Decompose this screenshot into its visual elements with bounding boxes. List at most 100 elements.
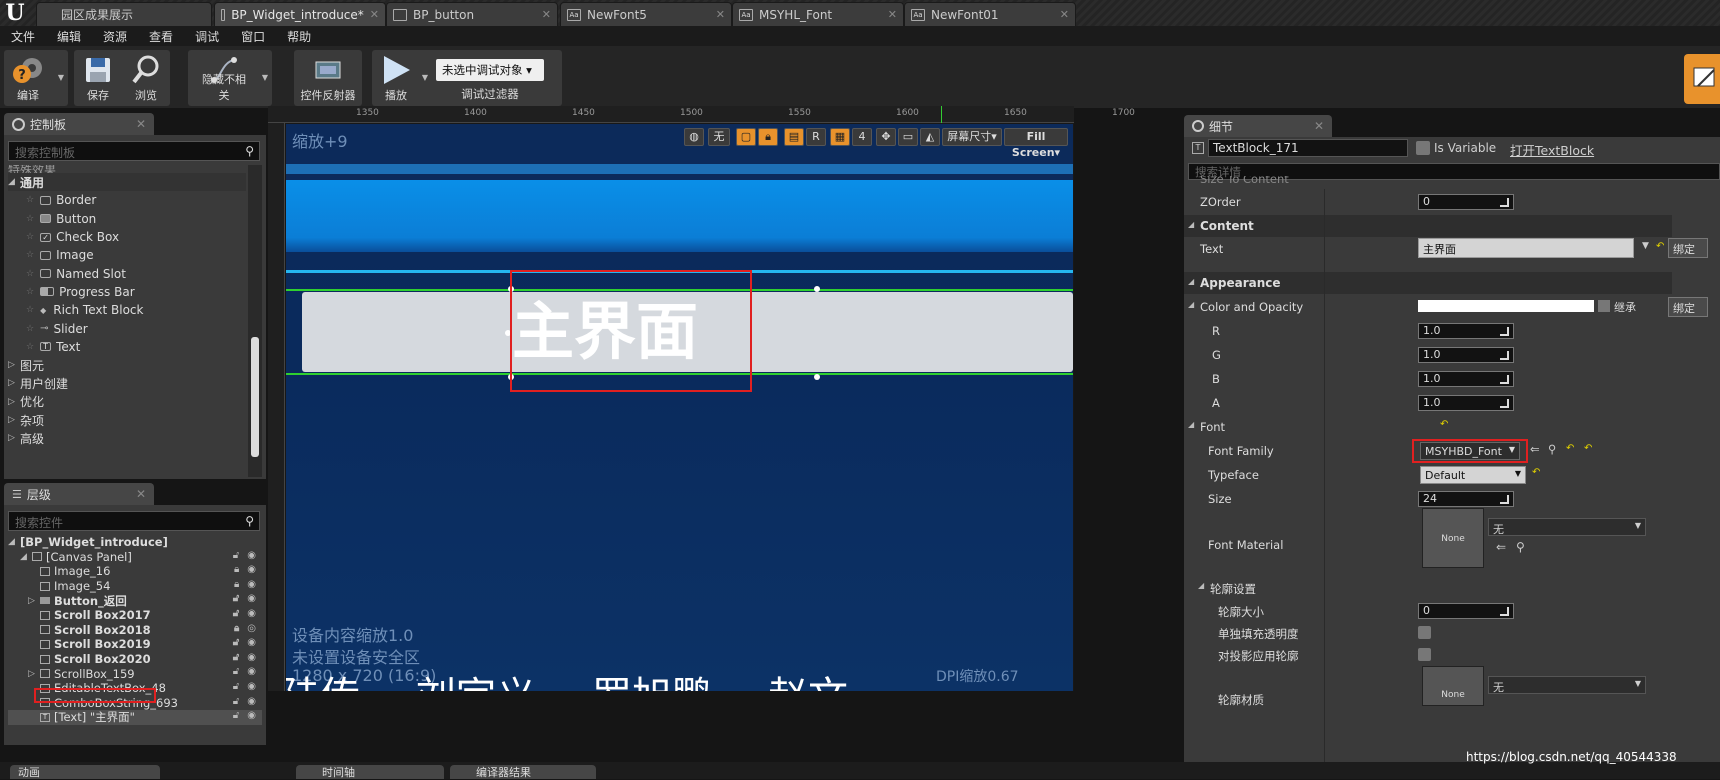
menu-window[interactable]: 窗口: [230, 28, 276, 45]
palette-item-check-box[interactable]: ☆ ✓ Check Box: [8, 228, 246, 246]
palette-search-input[interactable]: 搜索控制板 ⚲: [8, 141, 260, 161]
open-textblock-link[interactable]: 打开TextBlock: [1510, 140, 1594, 159]
close-icon[interactable]: ✕: [1060, 8, 1069, 21]
tab-hierarchy[interactable]: ☰ 层级 ✕: [4, 483, 154, 505]
use-selected-arrow-icon[interactable]: ⇐: [1530, 442, 1540, 456]
compile-button[interactable]: ? 编译: [4, 50, 52, 106]
color-swatch[interactable]: [1418, 300, 1594, 312]
lock-icon[interactable]: 🔓︎: [233, 593, 239, 604]
visibility-eye-icon[interactable]: ◉: [247, 666, 256, 677]
widget-reflector-button[interactable]: 控件反射器: [301, 50, 356, 106]
menu-file[interactable]: 文件: [0, 28, 46, 45]
visibility-eye-icon[interactable]: ◉: [247, 564, 256, 575]
browse-magnifier-icon[interactable]: ⚲: [1516, 540, 1525, 554]
reset-arrow-icon[interactable]: ↶: [1566, 443, 1574, 454]
layout-icon[interactable]: ▤: [784, 128, 804, 146]
hierarchy-item[interactable]: Scroll Box2020 🔓︎ ◉: [8, 652, 262, 667]
palette-category-misc[interactable]: ▷ 杂项: [8, 411, 246, 429]
dropdown-arrow-icon[interactable]: ▼: [1642, 241, 1649, 251]
favorite-star-icon[interactable]: ☆: [26, 305, 34, 315]
tab-palette[interactable]: 控制板 ✕: [4, 113, 154, 135]
tab-animation[interactable]: 动画: [10, 765, 160, 779]
designer-viewport[interactable]: 1350 1400 1450 1500 1550 1600 1650 1700 …: [268, 106, 1135, 691]
a-input[interactable]: 1.0: [1418, 395, 1514, 411]
close-icon[interactable]: ✕: [888, 8, 897, 21]
play-options-dropdown[interactable]: ▼: [420, 50, 430, 106]
palette-category-user-created[interactable]: ▷ 用户创建: [8, 374, 246, 392]
hierarchy-item[interactable]: Image_54 🔒︎ ◉: [8, 579, 262, 594]
lock-icon[interactable]: 🔒︎: [234, 564, 239, 575]
visibility-eye-icon[interactable]: ◉: [247, 550, 256, 561]
is-variable-checkbox[interactable]: [1416, 141, 1430, 155]
palette-scrollbar[interactable]: [248, 165, 262, 477]
close-icon[interactable]: ✕: [716, 8, 725, 21]
visibility-eye-icon[interactable]: ◉: [247, 593, 256, 604]
close-icon[interactable]: ✕: [136, 117, 146, 131]
tab-bp-button[interactable]: BP_button ✕: [386, 2, 558, 26]
compile-options-dropdown[interactable]: ▼: [56, 50, 66, 106]
lock-icon[interactable]: 🔒︎: [234, 579, 239, 590]
hierarchy-item[interactable]: Scroll Box2019 🔓︎ ◉: [8, 637, 262, 652]
resize-handle[interactable]: [814, 374, 820, 380]
typeface-dropdown[interactable]: Default ▼: [1420, 466, 1526, 484]
palette-item-border[interactable]: ☆ Border: [8, 191, 246, 209]
favorite-star-icon[interactable]: ☆: [26, 195, 34, 205]
play-button[interactable]: 播放: [372, 50, 420, 106]
separate-fill-alpha-checkbox[interactable]: [1418, 626, 1431, 639]
tab-timeline[interactable]: 时间轴: [296, 765, 444, 779]
hierarchy-root[interactable]: ◢ [BP_Widget_introduce]: [8, 535, 262, 550]
close-icon[interactable]: ✕: [136, 487, 146, 501]
palette-item-progress-bar[interactable]: ☆ Progress Bar: [8, 283, 246, 301]
visibility-eye-icon[interactable]: ◉: [247, 681, 256, 692]
outline-material-thumbnail[interactable]: None: [1422, 666, 1484, 706]
palette-category-common[interactable]: ◢ 通用: [8, 173, 246, 192]
palette-category-advanced[interactable]: ▷ 高级: [8, 429, 246, 447]
tab-msyhl-font[interactable]: Aa MSYHL_Font ✕: [732, 2, 904, 26]
size-input[interactable]: 24: [1418, 491, 1514, 507]
image-preview-icon[interactable]: ▭: [898, 128, 918, 146]
lock-icon[interactable]: 🔓︎: [233, 681, 239, 692]
debug-target-dropdown[interactable]: 未选中调试对象 ▾: [436, 59, 544, 81]
hierarchy-search-input[interactable]: 搜索控件 ⚲: [8, 511, 260, 531]
hierarchy-item[interactable]: ▷ ScrollBox_159 🔓︎ ◉: [8, 666, 262, 681]
fill-screen-dropdown[interactable]: Fill Screen▾: [1004, 128, 1068, 159]
tab-newfont5[interactable]: Aa NewFont5 ✕: [560, 2, 732, 26]
palette-category-primitive[interactable]: ▷ 图元: [8, 356, 246, 374]
screen-size-dropdown[interactable]: 屏幕尺寸▾: [942, 128, 1002, 146]
favorite-star-icon[interactable]: ☆: [26, 214, 34, 224]
hierarchy-item-selected-text[interactable]: T [Text] "主界面" 🔓︎ ◉: [8, 710, 262, 725]
tab-bp-widget-introduce[interactable]: BP_Widget_introduce* ✕: [214, 2, 386, 26]
favorite-star-icon[interactable]: ☆: [26, 287, 34, 297]
respect-locks-button[interactable]: R: [806, 128, 826, 146]
use-selected-arrow-icon[interactable]: ⇐: [1496, 540, 1506, 554]
grid-snap-icon[interactable]: ▦: [830, 128, 850, 146]
favorite-star-icon[interactable]: ☆: [26, 250, 34, 260]
move-icon[interactable]: ✥: [876, 128, 896, 146]
palette-item-text[interactable]: ☆ T Text: [8, 338, 246, 356]
widget-name-input[interactable]: TextBlock_171: [1208, 139, 1408, 157]
close-icon[interactable]: ✕: [370, 8, 379, 21]
apply-outline-shadow-checkbox[interactable]: [1418, 648, 1431, 661]
visibility-eye-icon[interactable]: ◉: [247, 710, 256, 721]
visibility-eye-icon[interactable]: ◉: [247, 637, 256, 648]
section-appearance[interactable]: ◢ Appearance: [1184, 272, 1672, 294]
browse-magnifier-icon[interactable]: ⚲: [1548, 442, 1556, 456]
outline-size-input[interactable]: 0: [1418, 603, 1514, 619]
resize-handle[interactable]: [814, 286, 820, 292]
tab-compiler-results[interactable]: 编译器结果: [450, 765, 596, 779]
outline-toggle-icon[interactable]: ▢: [736, 128, 756, 146]
hierarchy-item[interactable]: Scroll Box2017 🔓︎ ◉: [8, 608, 262, 623]
tab-details[interactable]: 细节 ✕: [1184, 115, 1332, 137]
flip-icon[interactable]: ◭: [920, 128, 940, 146]
lock-icon[interactable]: 🔒︎: [758, 128, 778, 146]
menu-asset[interactable]: 资源: [92, 28, 138, 45]
visibility-eye-icon[interactable]: ◉: [247, 579, 256, 590]
lock-icon[interactable]: 🔓︎: [233, 652, 239, 663]
browse-button[interactable]: 浏览: [122, 50, 170, 106]
lock-icon[interactable]: 🔓︎: [233, 608, 239, 619]
lock-icon[interactable]: 🔒︎: [234, 623, 239, 634]
hierarchy-item[interactable]: Image_16 🔒︎ ◉: [8, 564, 262, 579]
menu-view[interactable]: 查看: [138, 28, 184, 45]
close-icon[interactable]: ✕: [1314, 119, 1324, 133]
lock-icon[interactable]: 🔓︎: [233, 550, 239, 561]
